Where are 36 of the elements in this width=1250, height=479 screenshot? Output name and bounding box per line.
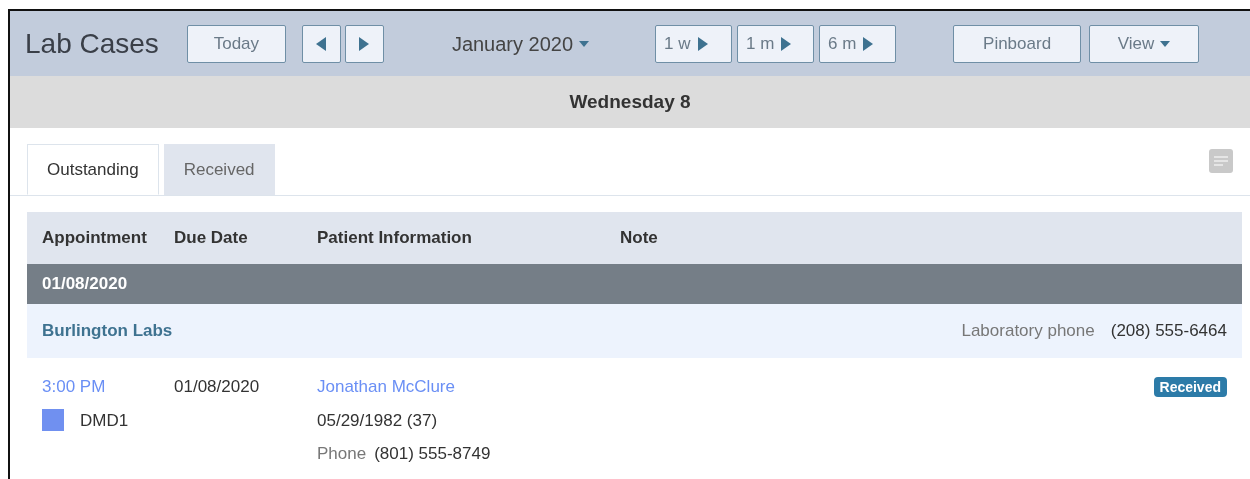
phone-label: Laboratory phone (961, 320, 1095, 343)
lab-name[interactable]: Burlington Labs (42, 318, 173, 344)
tab[interactable]: Outstanding (27, 144, 159, 195)
appointment-time[interactable]: 3:00 PM (42, 374, 106, 400)
date-group-header: 01/08/2020 (42, 273, 128, 296)
column-header: Patient Information (317, 228, 472, 248)
day-heading: Wednesday 8 (569, 89, 691, 114)
phone-label: Phone (317, 444, 367, 463)
patient-name[interactable]: Jonathan McClure (317, 374, 455, 400)
birth-date: 05/29/1982 (37) (317, 409, 438, 432)
lab-phone: (208) 555-6464 (1110, 320, 1227, 343)
previous-icon (315, 35, 328, 52)
forward-icon (780, 35, 793, 52)
column-header: Appointment (42, 228, 147, 248)
today-button[interactable]: Today (186, 24, 286, 63)
next-icon (358, 35, 371, 52)
view-dropdown[interactable]: View (1089, 24, 1200, 63)
range-button[interactable]: 1 m (737, 24, 815, 63)
forward-icon (696, 35, 709, 52)
due-date: 01/08/2020 (174, 377, 260, 396)
patient-phone: (801) 555-8749 (374, 444, 491, 463)
provider-code: DMD1 (80, 409, 129, 432)
column-header: Due Date (174, 228, 248, 248)
pinboard-button[interactable]: Pinboard (953, 24, 1082, 63)
status-badge: Received (1153, 377, 1227, 397)
tab[interactable]: Received (163, 144, 275, 195)
month-dropdown[interactable]: January 2020 (445, 27, 596, 60)
column-header: Note (620, 228, 658, 248)
page-title: Lab Cases (25, 26, 159, 61)
next-button[interactable] (344, 24, 384, 63)
range-button[interactable]: 1 w (655, 24, 733, 63)
forward-icon (862, 35, 875, 52)
caret-icon (1160, 40, 1171, 47)
range-button[interactable]: 6 m (819, 24, 897, 63)
caret-icon (579, 40, 590, 47)
previous-button[interactable] (301, 24, 341, 63)
